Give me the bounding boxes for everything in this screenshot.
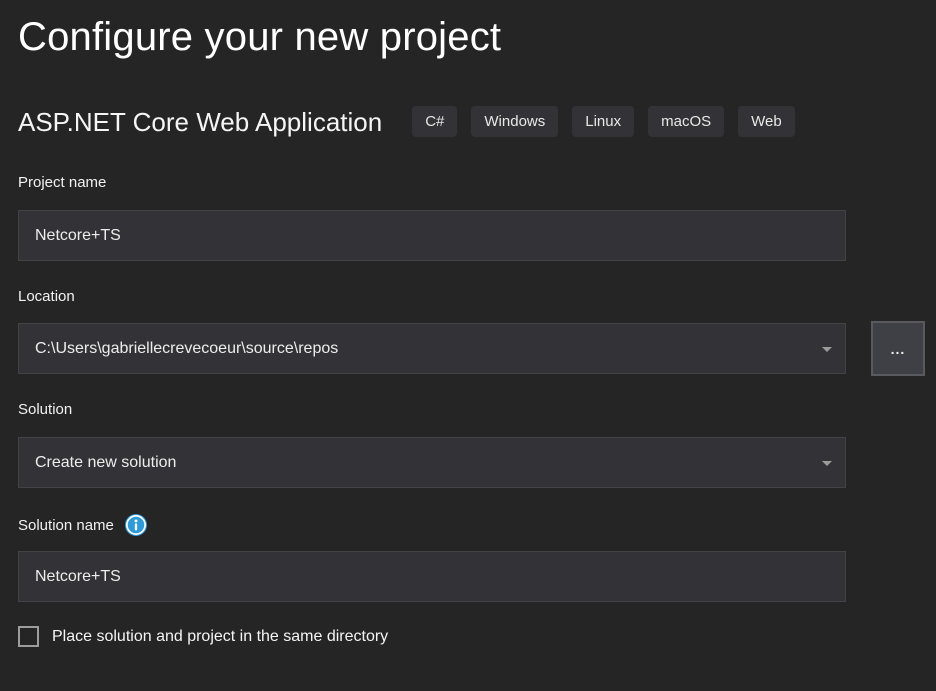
solution-name-label: Solution name	[18, 517, 114, 534]
template-header: ASP.NET Core Web Application C# Windows …	[18, 106, 936, 137]
chevron-down-icon[interactable]	[822, 347, 832, 352]
tag-windows: Windows	[471, 106, 558, 137]
project-name-input[interactable]	[18, 210, 846, 261]
chevron-down-icon[interactable]	[822, 461, 832, 466]
configure-project-dialog: Configure your new project ASP.NET Core …	[0, 0, 936, 647]
info-icon[interactable]	[125, 514, 147, 536]
same-directory-label[interactable]: Place solution and project in the same d…	[52, 628, 388, 646]
location-combobox[interactable]: C:\Users\gabriellecrevecoeur\source\repo…	[18, 323, 846, 374]
project-name-label: Project name	[18, 174, 936, 191]
tag-linux: Linux	[572, 106, 634, 137]
solution-name-input[interactable]	[18, 551, 846, 602]
tag-macos: macOS	[648, 106, 724, 137]
same-directory-row[interactable]: Place solution and project in the same d…	[18, 626, 936, 647]
browse-button[interactable]: ...	[871, 321, 925, 376]
solution-name-label-row: Solution name	[18, 514, 936, 536]
location-label: Location	[18, 288, 936, 305]
solution-dropdown[interactable]: Create new solution	[18, 437, 846, 488]
solution-value: Create new solution	[35, 454, 176, 472]
template-name: ASP.NET Core Web Application	[18, 107, 382, 137]
tag-web: Web	[738, 106, 795, 137]
location-row: C:\Users\gabriellecrevecoeur\source\repo…	[18, 321, 936, 376]
tag-csharp: C#	[412, 106, 457, 137]
location-value: C:\Users\gabriellecrevecoeur\source\repo…	[35, 340, 338, 358]
page-title: Configure your new project	[18, 12, 936, 62]
solution-label: Solution	[18, 401, 936, 418]
same-directory-checkbox[interactable]	[18, 626, 39, 647]
